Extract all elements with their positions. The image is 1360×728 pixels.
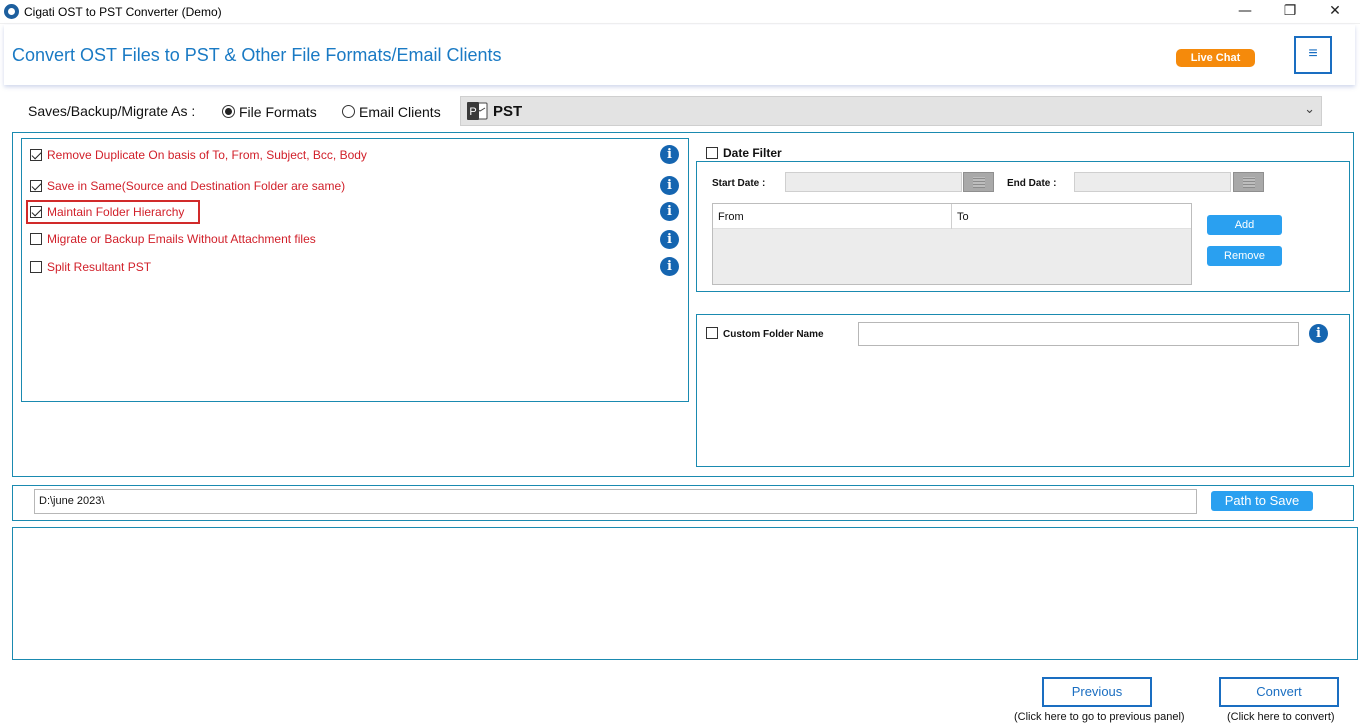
checkbox-unchecked-icon[interactable] xyxy=(30,261,42,273)
radio-file-formats-label: File Formats xyxy=(239,104,317,120)
previous-hint: (Click here to go to previous panel) xyxy=(1014,711,1185,723)
custom-folder-checkbox[interactable]: Custom Folder Name xyxy=(706,327,824,340)
column-divider xyxy=(951,204,952,229)
option-save-in-same[interactable]: Save in Same(Source and Destination Fold… xyxy=(30,179,345,193)
custom-folder-label: Custom Folder Name xyxy=(723,329,824,340)
saves-label: Saves/Backup/Migrate As : xyxy=(28,103,196,119)
highlight-box xyxy=(26,200,200,224)
radio-unselected-icon xyxy=(342,105,355,118)
option-split-pst[interactable]: Split Resultant PST xyxy=(30,260,151,274)
radio-email-clients[interactable]: Email Clients xyxy=(342,104,441,120)
previous-button[interactable]: Previous xyxy=(1042,677,1152,707)
info-icon[interactable]: i xyxy=(660,176,679,195)
date-filter-label: Date Filter xyxy=(723,146,782,160)
remove-date-button[interactable]: Remove xyxy=(1207,246,1282,266)
option-label: Migrate or Backup Emails Without Attachm… xyxy=(47,232,316,246)
info-icon[interactable]: i xyxy=(1309,324,1328,343)
page-title: Convert OST Files to PST & Other File Fo… xyxy=(12,45,502,65)
app-logo-icon xyxy=(4,4,19,19)
date-range-table: From To xyxy=(712,203,1192,285)
radio-file-formats[interactable]: File Formats xyxy=(222,104,317,120)
column-from: From xyxy=(718,211,744,223)
add-date-button[interactable]: Add xyxy=(1207,215,1282,235)
menu-button[interactable]: ≡ xyxy=(1294,36,1332,74)
calendar-icon[interactable] xyxy=(963,172,994,192)
pst-file-icon: P xyxy=(467,102,488,120)
live-chat-button[interactable]: Live Chat xyxy=(1176,49,1255,67)
format-select-value: PST xyxy=(493,103,523,120)
maximize-button[interactable]: ❐ xyxy=(1267,0,1313,24)
date-filter-checkbox[interactable]: Date Filter xyxy=(706,146,782,160)
option-without-attachment[interactable]: Migrate or Backup Emails Without Attachm… xyxy=(30,232,316,246)
radio-email-clients-label: Email Clients xyxy=(359,104,441,120)
checkbox-checked-icon[interactable] xyxy=(30,149,42,161)
info-icon[interactable]: i xyxy=(660,230,679,249)
start-date-input[interactable] xyxy=(785,172,962,192)
info-icon[interactable]: i xyxy=(660,202,679,221)
custom-folder-input[interactable] xyxy=(858,322,1299,346)
log-panel xyxy=(12,527,1358,660)
window-title: Cigati OST to PST Converter (Demo) xyxy=(24,5,222,19)
checkbox-unchecked-icon[interactable] xyxy=(30,233,42,245)
save-path-input[interactable]: D:\june 2023\ xyxy=(34,489,1197,514)
checkbox-unchecked-icon[interactable] xyxy=(706,147,718,159)
end-date-label: End Date : xyxy=(1007,178,1057,189)
hamburger-icon: ≡ xyxy=(1308,45,1318,62)
option-label: Remove Duplicate On basis of To, From, S… xyxy=(47,148,367,162)
checkbox-unchecked-icon[interactable] xyxy=(706,327,718,339)
convert-button[interactable]: Convert xyxy=(1219,677,1339,707)
minimize-button[interactable]: — xyxy=(1222,0,1268,24)
chevron-down-icon: ⌄ xyxy=(1304,101,1315,116)
option-label: Split Resultant PST xyxy=(47,260,152,274)
checkbox-checked-icon[interactable] xyxy=(30,180,42,192)
info-icon[interactable]: i xyxy=(660,145,679,164)
start-date-label: Start Date : xyxy=(712,178,766,189)
radio-selected-icon xyxy=(222,105,235,118)
header-bar: Convert OST Files to PST & Other File Fo… xyxy=(4,25,1355,85)
close-button[interactable]: ✕ xyxy=(1312,0,1358,24)
column-to: To xyxy=(957,211,969,223)
convert-hint: (Click here to convert) xyxy=(1227,711,1335,723)
svg-text:P: P xyxy=(469,106,476,118)
format-select[interactable]: P PST ⌄ xyxy=(460,96,1322,126)
option-label: Save in Same(Source and Destination Fold… xyxy=(47,179,346,193)
option-remove-duplicate[interactable]: Remove Duplicate On basis of To, From, S… xyxy=(30,148,367,162)
path-to-save-button[interactable]: Path to Save xyxy=(1211,491,1313,511)
info-icon[interactable]: i xyxy=(660,257,679,276)
table-header: From To xyxy=(713,204,1191,229)
calendar-icon[interactable] xyxy=(1233,172,1264,192)
end-date-input[interactable] xyxy=(1074,172,1231,192)
